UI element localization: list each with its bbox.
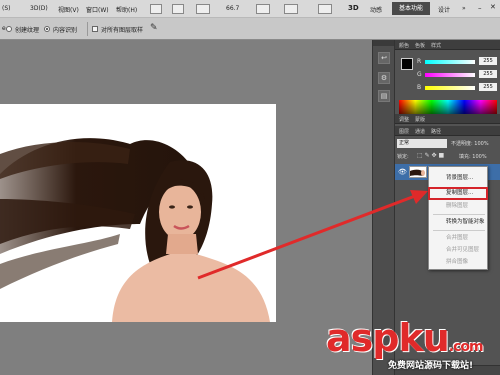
watermark-logo: aspku.com: [326, 316, 484, 360]
watermark-tagline: 免费网站源码下载站!: [388, 361, 474, 371]
